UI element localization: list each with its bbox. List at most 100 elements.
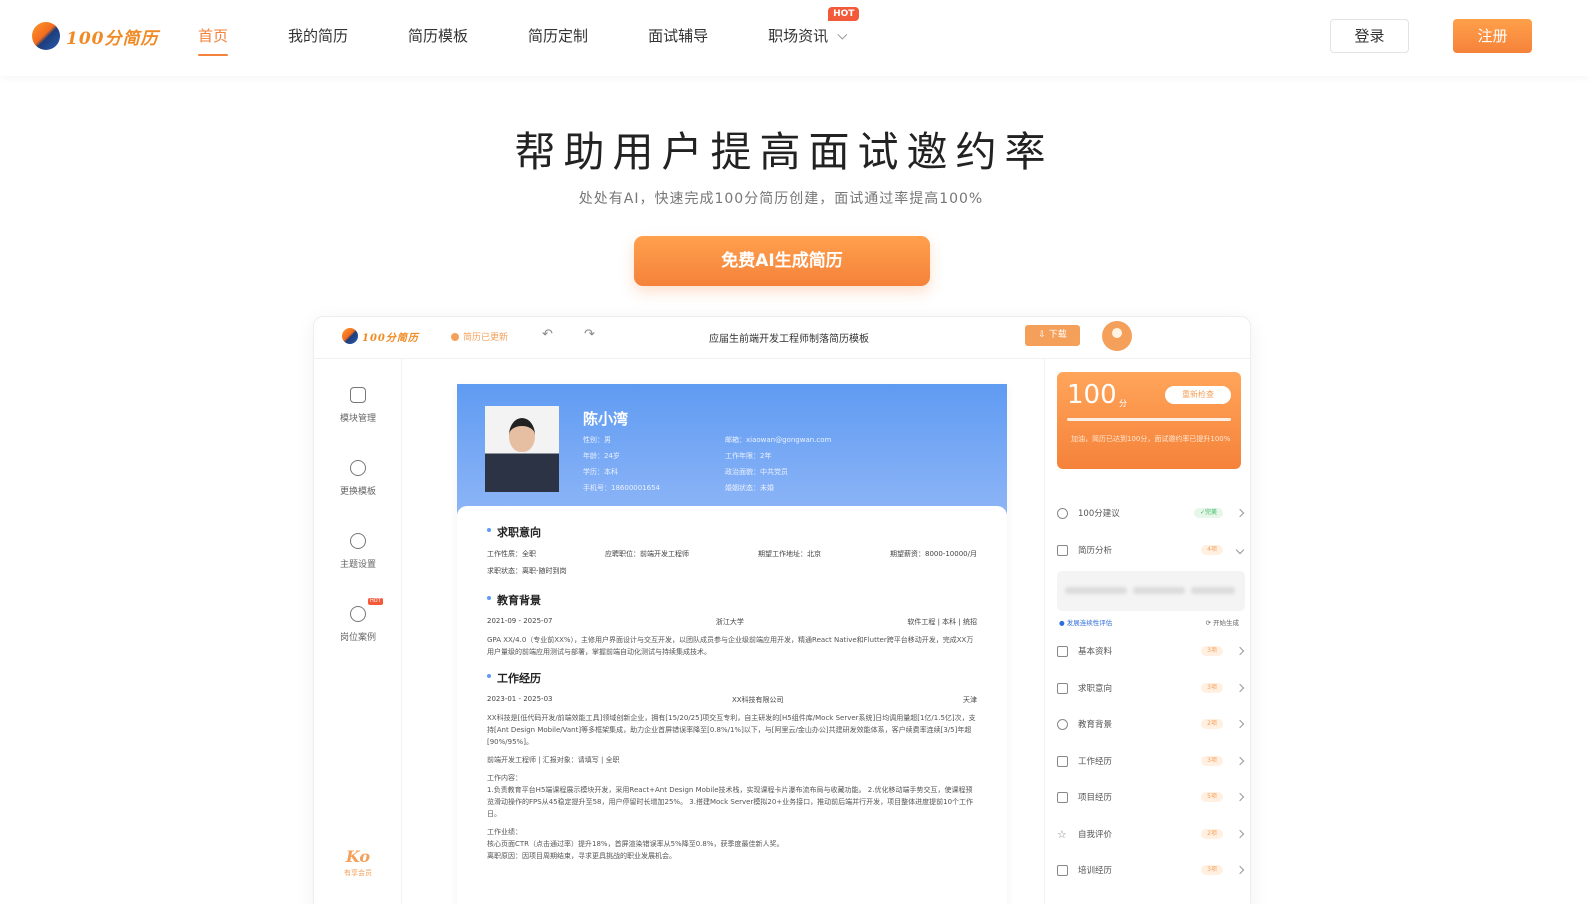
site-logo[interactable]: 100分简历 xyxy=(32,20,159,52)
resume-header: 陈小湾 性别：男 年龄：24岁 学历：本科 手机号：18600001654 邮箱… xyxy=(457,384,1007,514)
chevron-right-icon xyxy=(1235,792,1245,802)
sidebar-item-modules[interactable]: 模块管理 xyxy=(314,387,402,424)
start-generate-label: 开始生成 xyxy=(1213,619,1239,627)
right-item-label: 教育背景 xyxy=(1078,720,1113,730)
work-content-title: 工作内容： xyxy=(487,774,522,782)
right-item-basic[interactable]: 基本资料 3项 xyxy=(1057,641,1245,661)
nav-item-templates[interactable]: 简历模板 xyxy=(408,0,468,76)
membership-mark: Ko xyxy=(345,847,371,866)
sidebar-item-template[interactable]: 更换模板 xyxy=(314,460,402,497)
count-badge: 3项 xyxy=(1201,646,1223,656)
section-title-education: 教育背景 xyxy=(487,592,977,608)
chevron-right-icon xyxy=(1235,683,1245,693)
right-item-self-eval[interactable]: ☆ 自我评价 2项 xyxy=(1057,824,1245,844)
resume-canvas[interactable]: 陈小湾 性别：男 年龄：24岁 学历：本科 手机号：18600001654 邮箱… xyxy=(457,384,1007,904)
continuity-eval[interactable]: ● 发展连续性评估 xyxy=(1059,617,1112,627)
score-progress-bar xyxy=(1067,418,1231,421)
work-row: 2023-01 - 2025-03 XX科技有限公司 天津 xyxy=(487,695,977,705)
editor-logo-text: 100分简历 xyxy=(362,332,419,344)
nav-item-home[interactable]: 首页 xyxy=(198,0,229,76)
graduation-cap-icon xyxy=(1057,718,1068,730)
save-status-text: 简历已更新 xyxy=(463,333,509,343)
score-value: 100 xyxy=(1067,380,1117,410)
sidebar-item-cases[interactable]: HOT 岗位案例 xyxy=(314,598,402,643)
right-item-work[interactable]: 工作经历 3项 xyxy=(1057,751,1245,771)
login-button[interactable]: 登录 xyxy=(1330,19,1409,53)
analysis-mini-row: ● 发展连续性评估 ⟳ 开始生成 xyxy=(1059,617,1239,627)
work-content: 1.负责教育平台H5端课程展示模块开发，采用React+Ant Design M… xyxy=(487,786,974,818)
sidebar-item-label: 更换模板 xyxy=(339,487,376,497)
nav-item-news[interactable]: 职场资讯 HOT xyxy=(768,0,860,76)
user-avatar[interactable] xyxy=(1102,321,1132,351)
right-item-label: 基本资料 xyxy=(1078,647,1113,657)
editor-preview: 100分简历 简历已更新 ↶ ↷ 应届生前端开发工程师制落简历模板 ⇩ 下载 模… xyxy=(313,316,1251,904)
undo-icon[interactable]: ↶ xyxy=(542,327,553,342)
analysis-blurred-content xyxy=(1057,571,1245,611)
score-card: 100 分 重新检查 加油，简历已达到100分，面试邀约率已提升100% xyxy=(1057,372,1241,469)
recheck-button[interactable]: 重新检查 xyxy=(1165,386,1231,404)
continuity-eval-label: 发展连续性评估 xyxy=(1066,619,1113,627)
resume-info-left: 性别：男 年龄：24岁 学历：本科 手机号：18600001654 xyxy=(583,432,660,496)
chevron-down-icon xyxy=(837,29,848,40)
editor-sidebar: 模块管理 更换模板 主题设置 HOT 岗位案例 Ko 有享会员 xyxy=(314,359,402,904)
intent-status: 求职状态：离职-随时到岗 xyxy=(487,567,567,575)
chevron-right-icon xyxy=(1235,756,1245,766)
nav-item-custom[interactable]: 简历定制 xyxy=(528,0,588,76)
section-title-work: 工作经历 xyxy=(487,670,977,686)
nav-item-news-label: 职场资讯 xyxy=(768,27,829,45)
right-item-analysis[interactable]: 简历分析 4项 xyxy=(1057,540,1245,560)
redo-icon[interactable]: ↷ xyxy=(584,327,595,342)
count-badge: 3项 xyxy=(1201,865,1223,875)
info-marital: 婚姻状态：未婚 xyxy=(725,484,774,492)
sidebar-item-theme[interactable]: 主题设置 xyxy=(314,533,402,570)
info-phone: 手机号：18600001654 xyxy=(583,484,660,492)
swap-icon xyxy=(350,460,366,476)
education-major: 软件工程 | 本科 | 统招 xyxy=(907,618,977,626)
chevron-down-icon xyxy=(1235,545,1245,555)
editor-toolbar: 100分简历 简历已更新 ↶ ↷ 应届生前端开发工程师制落简历模板 ⇩ 下载 xyxy=(314,317,1250,359)
right-item-education[interactable]: 教育背景 2项 xyxy=(1057,714,1245,734)
star-icon: ☆ xyxy=(1057,827,1067,841)
hot-badge: HOT xyxy=(828,7,860,21)
blur-bar xyxy=(1191,587,1235,594)
resume-info-right: 邮箱：xiaowan@gongwan.com 工作年限：2年 政治面貌：中共党员… xyxy=(725,432,831,496)
nav-item-my-resume[interactable]: 我的简历 xyxy=(288,0,348,76)
generate-resume-button[interactable]: 免费AI生成简历 xyxy=(634,236,930,286)
face-shape xyxy=(509,418,535,452)
education-date: 2021-09 - 2025-07 xyxy=(487,617,553,625)
briefcase-icon xyxy=(1057,682,1068,694)
membership-entry[interactable]: Ko 有享会员 xyxy=(336,847,380,878)
resume-name: 陈小湾 xyxy=(583,410,629,428)
download-label: 下载 xyxy=(1048,330,1067,340)
info-years: 工作年限：2年 xyxy=(725,452,772,460)
intent-status-row: 求职状态：离职-随时到岗 xyxy=(487,566,977,576)
right-item-suggestion[interactable]: 100分建议 ✓完美 xyxy=(1057,503,1245,523)
education-row: 2021-09 - 2025-07 浙江大学 软件工程 | 本科 | 统招 xyxy=(487,617,977,627)
chevron-right-icon xyxy=(1235,719,1245,729)
right-item-label: 100分建议 xyxy=(1078,509,1120,519)
nav-item-interview[interactable]: 面试辅导 xyxy=(648,0,708,76)
book-icon xyxy=(1057,864,1068,876)
education-desc: GPA XX/4.0（专业前XX%），主修用户界面设计与交互开发，以团队成员参与… xyxy=(487,636,974,656)
id-card-icon xyxy=(1057,645,1068,657)
right-item-intent[interactable]: 求职意向 3项 xyxy=(1057,678,1245,698)
register-button[interactable]: 注册 xyxy=(1453,19,1532,53)
download-button[interactable]: ⇩ 下载 xyxy=(1025,325,1080,346)
hero-subtitle: 处处有AI，快速完成100分简历创建，面试通过率提高100% xyxy=(578,191,984,207)
work-city: 天津 xyxy=(962,696,977,704)
info-age: 年龄：24岁 xyxy=(583,452,620,460)
check-circle-icon xyxy=(451,332,459,341)
right-item-training[interactable]: 培训经历 3项 xyxy=(1057,860,1245,880)
start-generate[interactable]: ⟳ 开始生成 xyxy=(1205,617,1239,627)
resume-body: 求职意向 工作性质：全职 应聘职位：前端开发工程师 期望工作地址：北京 期望薪资… xyxy=(457,506,1007,904)
right-item-project[interactable]: 项目经历 5项 xyxy=(1057,787,1245,807)
chevron-right-icon xyxy=(1235,865,1245,875)
count-badge: 5项 xyxy=(1201,792,1223,802)
top-header: 100分简历 首页 我的简历 简历模板 简历定制 面试辅导 职场资讯 HOT 登… xyxy=(0,0,1589,76)
sidebar-item-label: 主题设置 xyxy=(339,560,376,570)
work-date: 2023-01 - 2025-03 xyxy=(487,695,553,703)
sidebar-item-label: 模块管理 xyxy=(339,414,376,424)
sidebar-item-label: 岗位案例 xyxy=(339,633,376,643)
right-item-label: 工作经历 xyxy=(1078,757,1113,767)
score-unit: 分 xyxy=(1119,399,1127,408)
